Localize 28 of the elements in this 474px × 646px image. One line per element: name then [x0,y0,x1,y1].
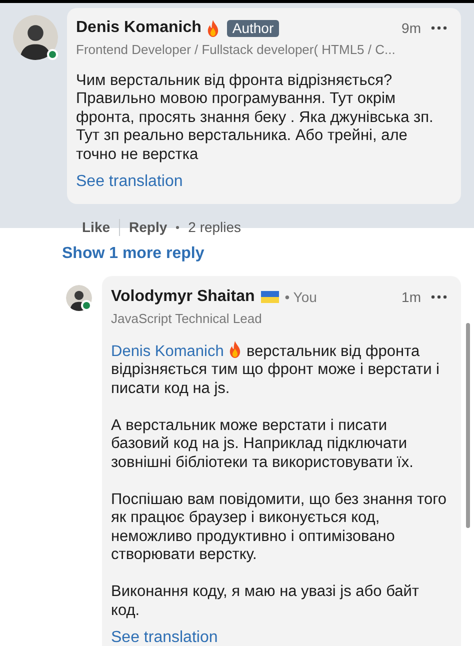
author-badge: Author [227,20,279,36]
flame-icon [206,20,220,36]
comment-action[interactable]: Like [82,217,110,238]
comment-text: Чим верстальник від фронта відрізняється? Правильно мовою програмування. Тут окрім фронта, просять знання беку . Яка джунівська зп. Тут зп реально верстальника. Або трейні, але точно не верстка [76,72,434,164]
timestamp: 1m [402,288,421,306]
avatar[interactable] [13,15,58,60]
replies-count-link[interactable]: 2 replies [188,217,242,238]
flame-icon [228,340,242,358]
author-name[interactable]: Volodymyr Shaitan [111,285,255,309]
author-headline: Frontend Developer / Fullstack developer( HTML5 / C... [76,41,396,59]
author-headline: JavaScript Technical Lead [111,310,263,328]
see-translation-link[interactable]: See translation [111,626,218,646]
more-options-icon[interactable] [431,295,447,299]
mention-link[interactable]: Denis Komanich [111,342,224,360]
timestamp: 9m [402,18,421,38]
author-name[interactable]: Denis Komanich [76,16,202,40]
reply-text: Виконання коду, я маю на увазі js або байт код. [111,583,420,620]
reply-text: Denis Komanich верстальник від фронта відрізняється тим що фронт може і верстати і писати код на js. [111,340,440,398]
scrollbar[interactable] [466,323,470,528]
more-options-icon[interactable] [431,26,447,30]
show-more-replies-link[interactable]: Show 1 more reply [62,242,204,266]
reply-text: А верстальник може верстати і писати базовий код на js. Наприклад підключати зовнішні бібліотеки та використовувати їх. [111,416,414,472]
you-label: • You [284,288,317,306]
comment-action[interactable]: Reply [129,217,168,238]
bullet-icon [176,226,180,229]
reply-text: Поспішаю вам повідомити, що без знання того як працює браузер і виконується код, неможливо продуктивно і оптимізовано створювати верстку. [111,490,447,564]
see-translation-link[interactable]: See translation [76,170,183,194]
flag-icon [260,291,279,303]
